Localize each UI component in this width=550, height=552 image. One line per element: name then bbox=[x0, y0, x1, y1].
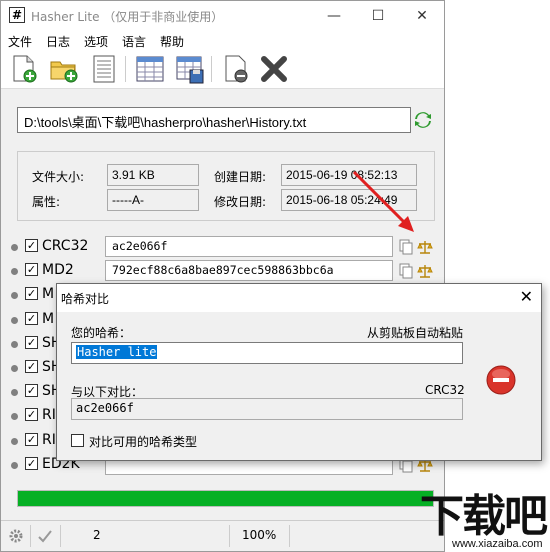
menu-bar: 文件 日志 选项 语言 帮助 bbox=[1, 31, 444, 51]
copy-icon[interactable] bbox=[399, 239, 413, 255]
toolbar-separator bbox=[125, 56, 126, 82]
status-dot bbox=[11, 437, 18, 445]
hash-checkbox[interactable]: ✓ bbox=[25, 408, 38, 422]
your-hash-input[interactable]: Hasher lite bbox=[71, 342, 463, 364]
close-button[interactable]: ✕ bbox=[400, 1, 444, 31]
hash-compare-dialog: 哈希对比 ✕ 您的哈希： 从剪贴板自动粘贴 Hasher lite 与以下对比：… bbox=[56, 283, 542, 461]
title-bar: # Hasher Lite （仅用于非商业使用） — ☐ ✕ bbox=[1, 1, 444, 31]
hash-algo-label: MD2 bbox=[42, 262, 74, 279]
status-separator bbox=[289, 525, 290, 547]
hash-checkbox[interactable]: ✓ bbox=[25, 360, 38, 373]
file-path-field[interactable]: D:\tools\桌面\下载吧\hasherpro\hasher\History… bbox=[17, 107, 411, 133]
auto-paste-link[interactable]: 从剪贴板自动粘贴 bbox=[367, 324, 463, 341]
your-hash-label: 您的哈希： bbox=[71, 326, 132, 340]
menu-language[interactable]: 语言 bbox=[122, 33, 146, 50]
status-dot bbox=[11, 365, 18, 372]
copy-icon[interactable] bbox=[399, 263, 413, 279]
menu-help[interactable]: 帮助 bbox=[160, 33, 184, 50]
table-icon[interactable] bbox=[135, 54, 165, 84]
hash-checkbox[interactable]: ✓ bbox=[25, 384, 38, 398]
hash-checkbox[interactable]: ✓ bbox=[25, 432, 38, 446]
dialog-title-bar: 哈希对比 ✕ bbox=[57, 284, 541, 312]
hash-algo-label: CRC32 bbox=[42, 238, 89, 254]
hash-algo-label: M bbox=[42, 286, 55, 303]
attributes-label: 属性: bbox=[32, 195, 61, 209]
site-watermark-logo: 下载吧 www.xiazaiba.com bbox=[418, 480, 550, 552]
compare-hash-field: ac2e066f bbox=[71, 398, 463, 420]
hash-checkbox[interactable]: ✓ bbox=[25, 287, 38, 301]
hash-row: ✓ MD2 792ecf88c6a8bae897cec598863bbc6a bbox=[11, 260, 436, 282]
minimize-button[interactable]: — bbox=[312, 1, 356, 31]
open-folder-icon[interactable] bbox=[49, 54, 79, 84]
status-dot bbox=[11, 340, 18, 348]
refresh-icon[interactable] bbox=[413, 110, 433, 130]
hash-algo-label: RI bbox=[42, 431, 56, 448]
status-dot bbox=[11, 244, 18, 251]
menu-file[interactable]: 文件 bbox=[8, 33, 32, 50]
new-file-icon[interactable] bbox=[9, 54, 39, 84]
status-dot bbox=[11, 461, 18, 469]
compare-scale-icon[interactable] bbox=[417, 239, 433, 255]
status-dot bbox=[11, 389, 18, 397]
compare-algo: CRC32 bbox=[425, 383, 465, 397]
status-bar: 2 100% bbox=[1, 520, 444, 551]
status-dot bbox=[11, 413, 18, 421]
hash-checkbox[interactable]: ✓ bbox=[25, 456, 38, 470]
mismatch-stop-icon bbox=[485, 364, 517, 396]
hash-value-field[interactable]: ac2e066f bbox=[105, 236, 393, 257]
dialog-close-button[interactable]: ✕ bbox=[520, 287, 533, 306]
hash-row: ✓ CRC32 ac2e066f bbox=[11, 236, 436, 258]
app-hash-icon: # bbox=[9, 7, 25, 23]
modified-label: 修改日期: bbox=[214, 195, 267, 209]
dialog-title: 哈希对比 bbox=[61, 292, 110, 306]
progress-bar bbox=[17, 490, 434, 507]
watermark-title: 下载吧 bbox=[420, 491, 548, 542]
maximize-button[interactable]: ☐ bbox=[356, 1, 400, 31]
status-percent: 100% bbox=[242, 528, 277, 542]
status-dot bbox=[11, 292, 18, 300]
save-table-icon[interactable] bbox=[175, 54, 205, 84]
attributes-value: -----A- bbox=[107, 189, 199, 211]
hash-checkbox[interactable]: ✓ bbox=[25, 311, 38, 325]
compare-available-checkbox[interactable] bbox=[71, 434, 84, 447]
red-arrow-annotation bbox=[352, 170, 414, 232]
hash-checkbox[interactable]: ✓ bbox=[25, 239, 38, 252]
hash-checkbox[interactable]: ✓ bbox=[25, 335, 38, 349]
status-dot bbox=[11, 268, 18, 276]
hash-algo-label: M bbox=[42, 310, 55, 327]
toolbar-separator bbox=[211, 56, 212, 82]
document-icon[interactable] bbox=[89, 54, 119, 84]
watermark-url: www.xiazaiba.com bbox=[452, 538, 543, 550]
toolbar bbox=[1, 51, 444, 89]
hash-value-field[interactable]: 792ecf88c6a8bae897cec598863bbc6a bbox=[105, 260, 393, 282]
window-title: Hasher Lite （仅用于非商业使用） bbox=[31, 10, 224, 24]
menu-log[interactable]: 日志 bbox=[46, 33, 70, 50]
delete-x-icon[interactable] bbox=[259, 54, 289, 84]
your-hash-text: Hasher lite bbox=[76, 345, 158, 359]
menu-options[interactable]: 选项 bbox=[84, 33, 108, 50]
status-separator bbox=[229, 525, 230, 547]
remove-file-icon[interactable] bbox=[221, 54, 251, 84]
size-label: 文件大小: bbox=[32, 170, 85, 184]
compare-available-label: 对比可用的哈希类型 bbox=[89, 435, 198, 449]
created-label: 创建日期: bbox=[214, 170, 267, 184]
hash-algo-label: RI bbox=[42, 407, 56, 424]
checkmark-icon bbox=[37, 528, 53, 544]
size-value: 3.91 KB bbox=[107, 164, 199, 186]
status-separator bbox=[60, 525, 61, 547]
settings-gear-icon[interactable] bbox=[8, 528, 24, 544]
hash-checkbox[interactable]: ✓ bbox=[25, 263, 38, 277]
compare-scale-icon[interactable] bbox=[417, 263, 433, 279]
main-window: # Hasher Lite （仅用于非商业使用） — ☐ ✕ 文件 日志 选项 … bbox=[0, 0, 445, 552]
status-separator bbox=[30, 525, 31, 547]
file-count: 2 bbox=[93, 528, 101, 542]
status-dot bbox=[11, 316, 18, 324]
